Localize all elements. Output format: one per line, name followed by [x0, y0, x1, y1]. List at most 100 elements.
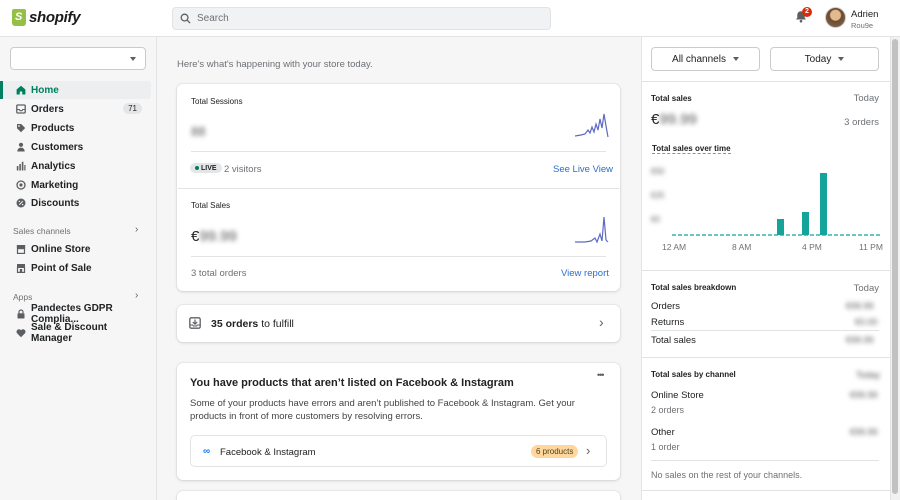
channel-other: Other: [651, 427, 675, 438]
sales-sparkline: [575, 216, 609, 244]
store-icon: [16, 244, 26, 254]
y-tick-label: €50: [651, 167, 665, 176]
sidebar-item-products[interactable]: Products: [0, 119, 151, 137]
divider: [191, 256, 606, 257]
bar-chart-icon: [16, 161, 26, 171]
chevron-right-icon[interactable]: ›: [135, 224, 138, 235]
blurred-amount: €99.99: [850, 427, 878, 437]
sales-over-time-heading: Total sales over time: [652, 144, 731, 154]
search-icon: [180, 13, 191, 24]
chevron-right-icon: ›: [586, 443, 591, 458]
channel-other-orders: 1 order: [651, 442, 680, 452]
top-bar: shopify 2 Adrien Rou9e: [0, 0, 900, 37]
meta-logo-icon: ∞: [203, 446, 211, 457]
sidebar-item-marketing[interactable]: Marketing: [0, 176, 151, 194]
sales-over-time-chart: [672, 173, 880, 236]
blurred-amount: €0.00: [855, 317, 878, 327]
bar-6pm: [820, 173, 827, 235]
breakdown-orders-label: Orders: [651, 301, 681, 312]
see-live-view-link[interactable]: See Live View: [553, 164, 613, 175]
sidebar-item-home[interactable]: Home: [0, 81, 151, 99]
discount-icon: [16, 198, 26, 208]
apps-heading: Apps: [13, 292, 33, 302]
sidebar-item-label: Sale & Discount Manager: [31, 322, 108, 344]
fb-card-body: Some of your products have errors and ar…: [190, 398, 575, 422]
user-name[interactable]: Adrien: [851, 9, 878, 20]
channel-filter-button[interactable]: All channels: [651, 47, 760, 71]
blurred-amount: 99.99: [659, 111, 697, 128]
sidebar-item-analytics[interactable]: Analytics: [0, 157, 151, 175]
more-options-icon[interactable]: •••: [597, 370, 605, 380]
pos-icon: [16, 263, 26, 273]
breakdown-total-label: Total sales: [651, 335, 696, 346]
shopify-logo[interactable]: shopify: [12, 9, 81, 26]
sidebar: Home Orders 71 Products Customers Analyt…: [0, 37, 157, 500]
scrollbar-thumb[interactable]: [892, 39, 898, 494]
sidebar-item-orders[interactable]: Orders 71: [0, 100, 151, 118]
orders-icon: [16, 104, 26, 114]
caret-down-icon: [838, 57, 845, 61]
sidebar-item-online-store[interactable]: Online Store: [0, 240, 151, 258]
sidebar-item-point-of-sale[interactable]: Point of Sale: [0, 259, 151, 277]
search-bar[interactable]: [172, 7, 551, 30]
sidebar-item-label: Products: [31, 122, 75, 134]
view-report-link[interactable]: View report: [561, 268, 609, 279]
total-sales-title: Total Sales: [191, 201, 231, 210]
inbox-download-icon: [189, 317, 201, 329]
sidebar-item-label: Customers: [31, 141, 84, 153]
sidebar-item-label: Point of Sale: [31, 262, 92, 274]
orders-count-badge: 71: [123, 103, 142, 114]
sidebar-item-customers[interactable]: Customers: [0, 138, 151, 156]
notification-badge: 2: [802, 7, 812, 17]
live-badge: LIVE: [190, 163, 222, 173]
sidebar-item-label: Orders: [31, 103, 64, 115]
channel-filter-label: All channels: [672, 53, 726, 65]
divider: [178, 188, 619, 189]
no-sales-note: No sales on the rest of your channels.: [651, 470, 803, 480]
store-selector[interactable]: [10, 47, 146, 70]
caret-down-icon: [732, 57, 739, 61]
sales-channels-heading: Sales channels: [13, 226, 71, 236]
sidebar-item-label: Online Store: [31, 243, 91, 255]
live-dot-icon: [195, 165, 199, 170]
sidebar-item-pandectes-gdpr[interactable]: Pandectes GDPR Complia...: [0, 303, 151, 325]
live-label: LIVE: [201, 164, 217, 172]
sidebar-item-sale-discount-manager[interactable]: Sale & Discount Manager: [0, 322, 151, 344]
shopify-bag-icon: [12, 9, 26, 26]
visitors-count: 2 visitors: [224, 164, 262, 175]
total-sales-period: Today: [853, 93, 879, 104]
fb-channel-name: Facebook & Instagram: [220, 447, 316, 458]
blurred-amount: €99.99: [850, 390, 878, 400]
avatar[interactable]: [825, 7, 846, 28]
sales-breakdown-period: Today: [853, 283, 879, 294]
sidebar-item-discounts[interactable]: Discounts: [0, 194, 151, 212]
blurred-amount: €99.99: [846, 301, 874, 311]
blurred-amount: Today: [856, 370, 881, 380]
total-sales-heading: Total sales: [651, 94, 692, 103]
breakdown-returns-label: Returns: [651, 317, 685, 328]
divider: [642, 357, 890, 358]
bar-3pm: [777, 219, 784, 235]
y-tick-label: €25: [651, 191, 665, 200]
fulfill-suffix: to fulfill: [261, 318, 294, 330]
user-store-name: Rou9e: [851, 21, 874, 30]
channel-online-store-orders: 2 orders: [651, 405, 685, 415]
search-input[interactable]: [197, 13, 537, 24]
sidebar-item-label: Marketing: [31, 179, 79, 191]
chevron-right-icon[interactable]: ›: [135, 290, 138, 301]
chevron-right-icon: ›: [599, 314, 604, 330]
channel-online-store: Online Store: [651, 390, 704, 401]
sales-breakdown-heading: Total sales breakdown: [651, 283, 737, 292]
blurred-amount: €99.99: [846, 335, 874, 345]
x-tick-label: 8 AM: [732, 242, 752, 252]
divider: [642, 81, 890, 82]
date-filter-button[interactable]: Today: [770, 47, 879, 71]
total-sales-orders: 3 orders: [844, 117, 879, 128]
divider: [651, 460, 879, 461]
fb-card-title: You have products that aren’t listed on …: [190, 377, 514, 389]
date-filter-label: Today: [804, 53, 832, 65]
target-icon: [16, 180, 26, 190]
person-icon: [16, 142, 26, 152]
sessions-sparkline: [575, 113, 609, 138]
sessions-value: 88: [191, 124, 206, 139]
